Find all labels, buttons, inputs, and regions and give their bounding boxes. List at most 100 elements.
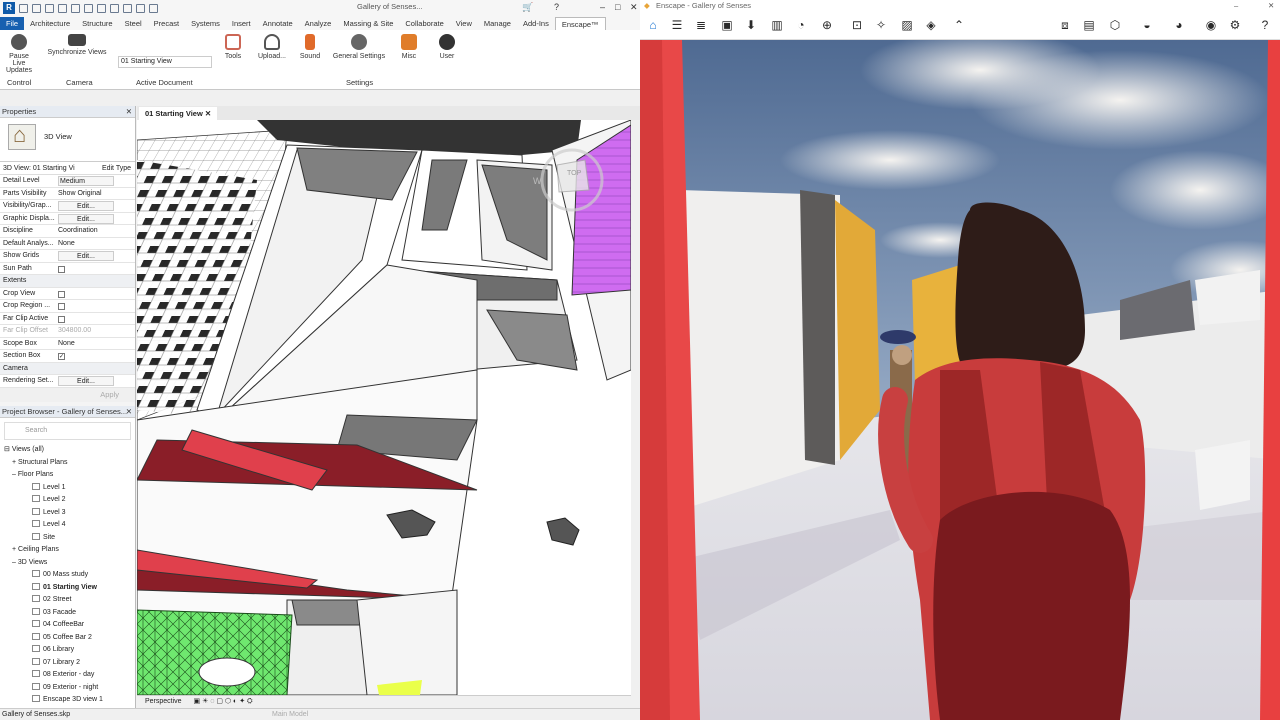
tree-views-all[interactable]: ⊟ Views (all) bbox=[0, 444, 135, 457]
tree-floor-plans[interactable]: – Floor Plans bbox=[0, 469, 135, 482]
type-selector[interactable]: 3D View bbox=[0, 118, 135, 162]
tab-steel[interactable]: Steel bbox=[119, 17, 148, 30]
tab-enscape[interactable]: Enscape™ bbox=[554, 17, 606, 30]
picture-icon[interactable]: ▤ bbox=[1082, 18, 1096, 32]
list-item[interactable]: Enscape 3D view 1 bbox=[0, 694, 135, 707]
section-icon[interactable] bbox=[149, 3, 158, 13]
tab-systems[interactable]: Systems bbox=[185, 17, 226, 30]
eye-icon[interactable]: ◉ bbox=[1204, 18, 1218, 32]
screenshot-icon[interactable]: ▣ bbox=[720, 18, 734, 32]
text-icon[interactable] bbox=[123, 3, 132, 13]
list-item[interactable]: 03 Facade bbox=[0, 607, 135, 620]
list-item[interactable]: 06 Library bbox=[0, 644, 135, 657]
instance-selector[interactable]: 3D View: 01 Starting Vi Edit Type bbox=[0, 162, 135, 175]
pause-live-updates-button[interactable]: Pause Live Updates bbox=[2, 34, 36, 74]
view-control-icons[interactable]: ▣ ☀ ◌ ▢ ⬡ ◐ ✦ ⛭ bbox=[194, 698, 253, 705]
tab-precast[interactable]: Precast bbox=[148, 17, 185, 30]
crop-region-checkbox[interactable] bbox=[58, 303, 65, 310]
undo-icon[interactable] bbox=[58, 3, 67, 13]
list-item[interactable]: 00 Mass study bbox=[0, 569, 135, 582]
prop-value[interactable]: None bbox=[58, 338, 75, 350]
tree-3d-views[interactable]: – 3D Views bbox=[0, 557, 135, 570]
extents-section[interactable]: Extents bbox=[3, 275, 57, 287]
tools-button[interactable]: Tools bbox=[220, 34, 246, 60]
section-icon[interactable]: ⧈ bbox=[1058, 18, 1072, 32]
prop-value[interactable]: Show Original bbox=[58, 188, 102, 200]
detail-level-field[interactable]: Medium bbox=[58, 176, 114, 186]
tab-01-starting-view[interactable]: 01 Starting View ✕ bbox=[139, 107, 218, 120]
magic-icon[interactable]: ✧ bbox=[874, 18, 888, 32]
materials-icon[interactable]: ◒ bbox=[1140, 18, 1154, 32]
tab-manage[interactable]: Manage bbox=[478, 17, 517, 30]
crop-view-checkbox[interactable] bbox=[58, 290, 65, 298]
list-item[interactable]: 05 Coffee Bar 2 bbox=[0, 632, 135, 645]
cube-icon[interactable]: ⬡ bbox=[1108, 18, 1122, 32]
list-item[interactable]: 08 Exterior - day bbox=[0, 669, 135, 682]
misc-button[interactable]: Misc bbox=[396, 34, 422, 60]
edit-button[interactable]: Edit... bbox=[58, 201, 114, 211]
far-clip-checkbox[interactable] bbox=[58, 315, 65, 323]
tree-ceiling-plans[interactable]: + Ceiling Plans bbox=[0, 544, 135, 557]
revit-3d-viewport[interactable]: TOP W bbox=[137, 120, 631, 695]
general-settings-button[interactable]: General Settings bbox=[330, 34, 388, 60]
settings-gear-icon[interactable]: ⚙ bbox=[1228, 18, 1242, 32]
sound-button[interactable]: Sound bbox=[296, 34, 324, 60]
tab-view[interactable]: View bbox=[450, 17, 478, 30]
list-item[interactable]: 04 CoffeeBar bbox=[0, 619, 135, 632]
edit-button[interactable]: Edit... bbox=[58, 376, 114, 386]
print-icon[interactable] bbox=[84, 3, 93, 13]
list-item[interactable]: Site bbox=[0, 532, 135, 545]
cart-icon[interactable]: 🛒 bbox=[522, 2, 533, 13]
building-icon[interactable]: ▥ bbox=[770, 18, 784, 32]
edit-button[interactable]: Edit... bbox=[58, 213, 114, 224]
help-icon[interactable]: ? bbox=[1258, 18, 1272, 32]
perspective-label[interactable]: Perspective bbox=[145, 698, 182, 705]
tab-add-ins[interactable]: Add-Ins bbox=[517, 17, 555, 30]
list-item[interactable]: 01 Starting View bbox=[0, 582, 135, 595]
3d-view-icon[interactable] bbox=[136, 3, 145, 13]
list-item[interactable]: 02 Street bbox=[0, 594, 135, 607]
open-icon[interactable] bbox=[19, 3, 28, 13]
edit-type-button[interactable]: Edit Type bbox=[102, 162, 131, 175]
prop-value[interactable]: None bbox=[58, 238, 75, 250]
collapse-chevron-icon[interactable]: ⌃ bbox=[952, 18, 966, 32]
export-icon[interactable]: ◈ bbox=[924, 18, 938, 32]
enscape-render-view[interactable] bbox=[640, 30, 1280, 720]
minimize-icon[interactable]: – bbox=[1234, 0, 1238, 12]
tab-architecture[interactable]: Architecture bbox=[24, 17, 76, 30]
close-icon[interactable]: ✕ bbox=[630, 2, 638, 13]
revit-logo[interactable]: R bbox=[3, 2, 15, 14]
tab-annotate[interactable]: Annotate bbox=[257, 17, 299, 30]
tab-structure[interactable]: Structure bbox=[76, 17, 118, 30]
image-icon[interactable]: ▨ bbox=[900, 18, 914, 32]
upload-button[interactable]: Upload... bbox=[254, 34, 290, 60]
sun-icon[interactable]: ◔ bbox=[794, 18, 808, 32]
browser-search-input[interactable]: Search bbox=[4, 422, 131, 440]
sync-icon[interactable] bbox=[45, 3, 54, 13]
minimize-icon[interactable]: – bbox=[600, 2, 605, 12]
tree-structural-plans[interactable]: + Structural Plans bbox=[0, 457, 135, 470]
asset-library-icon[interactable]: ⬇ bbox=[744, 18, 758, 32]
batch-render-icon[interactable]: ⊡ bbox=[850, 18, 864, 32]
close-icon[interactable]: ✕ bbox=[126, 406, 132, 418]
list-item[interactable]: Level 1 bbox=[0, 482, 135, 495]
active-view-dropdown[interactable]: 01 Starting View bbox=[118, 56, 212, 68]
redo-icon[interactable] bbox=[71, 3, 80, 13]
tab-file[interactable]: File bbox=[0, 17, 25, 30]
annotate-icon[interactable] bbox=[110, 3, 119, 13]
tab-massing-site[interactable]: Massing & Site bbox=[337, 17, 399, 30]
bim-info-icon[interactable]: ≣ bbox=[694, 18, 708, 32]
sun-path-checkbox[interactable] bbox=[58, 265, 65, 273]
help-icon[interactable]: ? bbox=[554, 2, 559, 12]
tab-collaborate[interactable]: Collaborate bbox=[399, 17, 449, 30]
main-model-label[interactable]: Main Model bbox=[272, 709, 308, 720]
list-item[interactable]: Level 2 bbox=[0, 494, 135, 507]
tab-analyze[interactable]: Analyze bbox=[299, 17, 338, 30]
synchronize-views-button[interactable]: Synchronize Views bbox=[44, 34, 110, 56]
user-button[interactable]: User bbox=[434, 34, 460, 60]
maximize-icon[interactable]: □ bbox=[615, 2, 620, 12]
list-item[interactable]: 07 Library 2 bbox=[0, 657, 135, 670]
list-item[interactable]: Level 3 bbox=[0, 507, 135, 520]
close-icon[interactable]: ✕ bbox=[1268, 0, 1274, 12]
globe-icon[interactable]: ⊕ bbox=[820, 18, 834, 32]
